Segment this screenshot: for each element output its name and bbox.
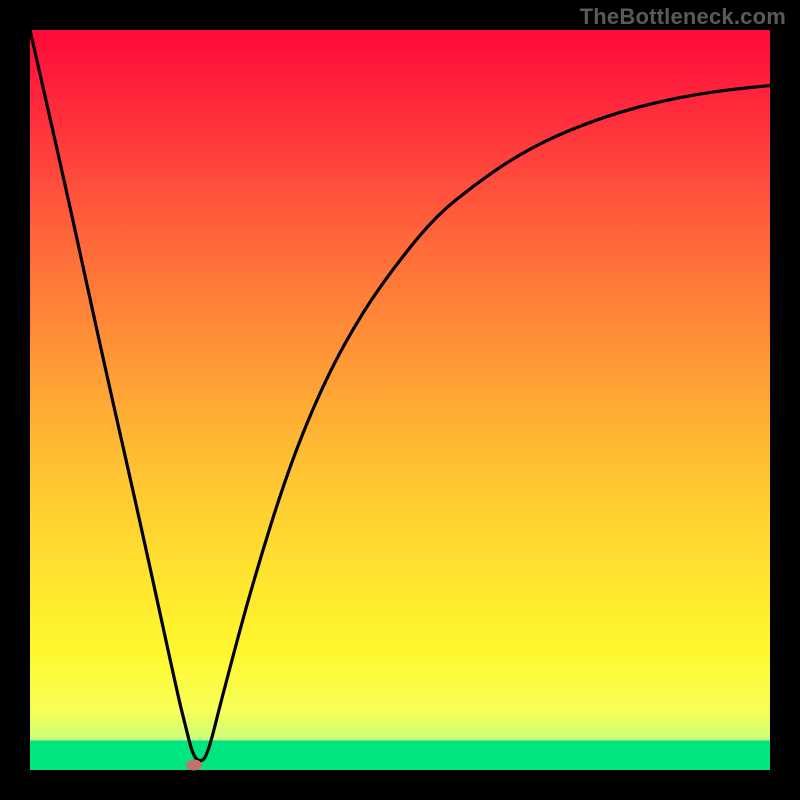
gradient-background xyxy=(30,30,770,770)
chart-frame: TheBottleneck.com xyxy=(0,0,800,800)
watermark-text: TheBottleneck.com xyxy=(580,4,786,30)
plot-svg xyxy=(30,30,770,770)
plot-area xyxy=(30,30,770,770)
operating-point-dot xyxy=(186,759,202,770)
green-band xyxy=(30,740,770,770)
